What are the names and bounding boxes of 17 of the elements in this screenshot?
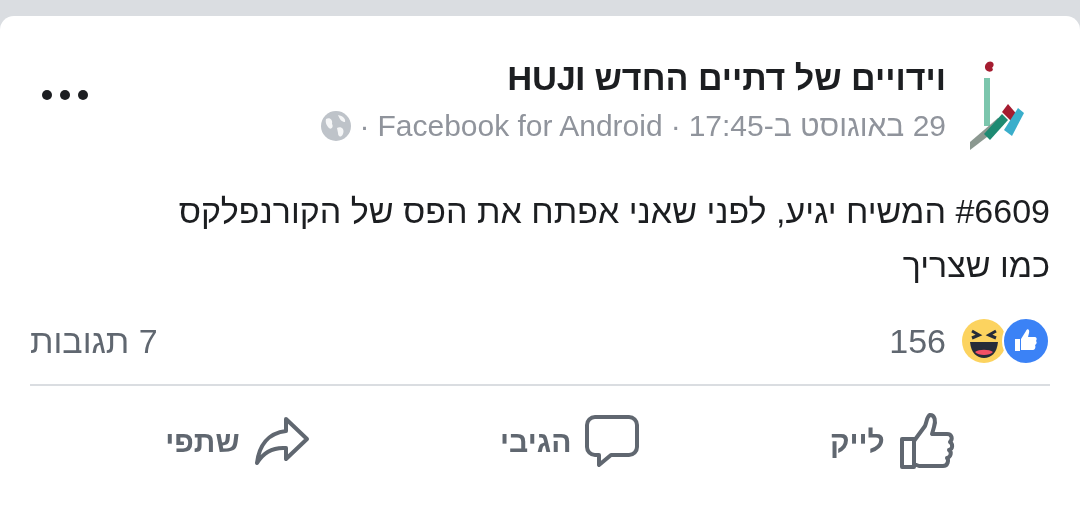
comment-count[interactable]: 7 תגובות bbox=[30, 315, 158, 367]
speech-bubble-icon bbox=[585, 414, 640, 468]
share-arrow-icon bbox=[253, 416, 310, 466]
action-button[interactable]: שתפי bbox=[161, 416, 314, 466]
globe-icon bbox=[321, 111, 352, 141]
post-text: #6609 המשיח יגיע, לפני שאני אפתח את הפס של הקורנפלקס כמו שצריך bbox=[177, 191, 1050, 286]
page-name[interactable]: וידויים של דתיים החדש HUJI bbox=[90, 56, 946, 100]
separator-dot: · bbox=[359, 108, 370, 144]
action-button[interactable]: לייק bbox=[825, 412, 959, 470]
thumbs-up-icon bbox=[898, 412, 955, 470]
app-name: Facebook for Android bbox=[377, 108, 663, 144]
action-button[interactable]: הגיבי bbox=[496, 414, 644, 468]
like-reaction-icon bbox=[1002, 317, 1050, 365]
reaction-count[interactable]: 156 bbox=[889, 315, 946, 367]
more-options-icon[interactable] bbox=[40, 88, 90, 102]
separator-dot: · bbox=[670, 108, 681, 144]
post-timestamp[interactable]: 29 באוגוסט ב-17:45 bbox=[688, 106, 946, 146]
